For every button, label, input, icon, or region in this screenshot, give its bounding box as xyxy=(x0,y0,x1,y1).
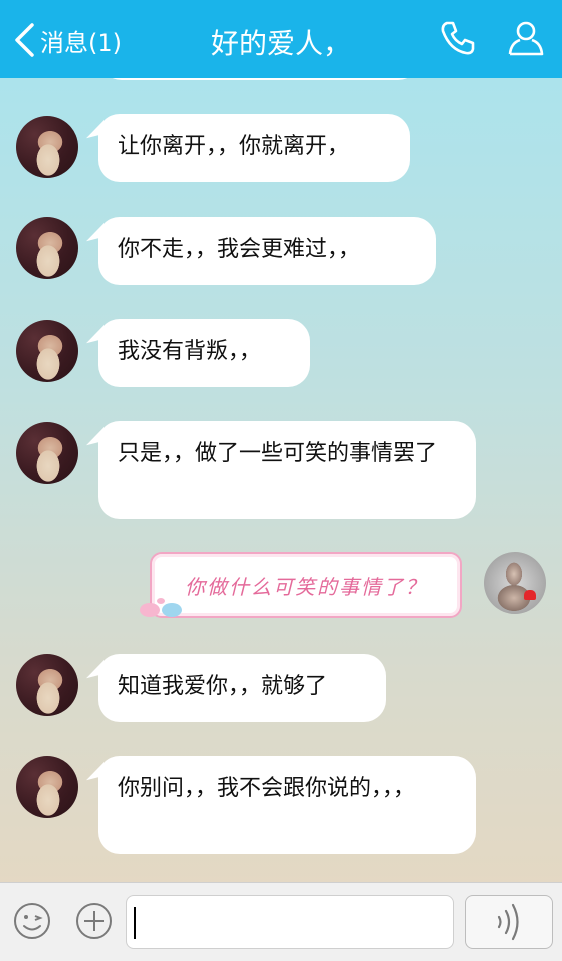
avatar[interactable] xyxy=(16,320,78,382)
message-bubble: 我没有背叛，， xyxy=(98,319,310,387)
heart-icon xyxy=(524,590,536,600)
message-bubble: 知道我爱你，，就够了 xyxy=(98,654,386,722)
avatar[interactable] xyxy=(16,116,78,178)
call-button[interactable] xyxy=(438,18,478,58)
voice-button[interactable] xyxy=(465,895,553,949)
message-bubble: 你别问，，我不会跟你说的，，， xyxy=(98,756,476,854)
back-label: 消息(1) xyxy=(40,28,122,57)
text-caret xyxy=(134,907,136,939)
message-bubble: 让你离开，，你就离开， xyxy=(98,114,410,182)
plus-icon xyxy=(76,903,112,939)
person-icon xyxy=(508,21,544,56)
avatar[interactable] xyxy=(16,756,78,818)
avatar[interactable] xyxy=(16,422,78,484)
teacups-sticker-icon xyxy=(140,598,182,617)
profile-button[interactable] xyxy=(506,18,546,58)
avatar[interactable] xyxy=(16,654,78,716)
add-button[interactable] xyxy=(74,901,114,941)
chat-header: 消息(1) 好的爱人， xyxy=(0,0,562,78)
message-bubble: 只是，，做了一些可笑的事情罢了 xyxy=(98,421,476,519)
message-bubble-partial xyxy=(100,78,420,80)
chat-area[interactable]: 让你离开，，你就离开， 你不走，，我会更难过，， 我没有背叛，， 只是，，做了一… xyxy=(0,78,562,882)
message-bubble: 你不走，，我会更难过，， xyxy=(98,217,436,285)
smiley-icon xyxy=(14,903,50,939)
avatar-self[interactable] xyxy=(484,552,546,614)
message-bubble-self: 你做什么可笑的事情了？ xyxy=(150,552,462,618)
input-bar xyxy=(0,882,562,961)
phone-icon xyxy=(441,21,475,55)
avatar[interactable] xyxy=(16,217,78,279)
emoji-button[interactable] xyxy=(12,901,52,941)
back-button[interactable]: 消息(1) xyxy=(12,20,122,60)
chevron-left-icon xyxy=(15,23,34,57)
message-input[interactable] xyxy=(126,895,454,949)
sound-wave-icon xyxy=(497,903,519,941)
